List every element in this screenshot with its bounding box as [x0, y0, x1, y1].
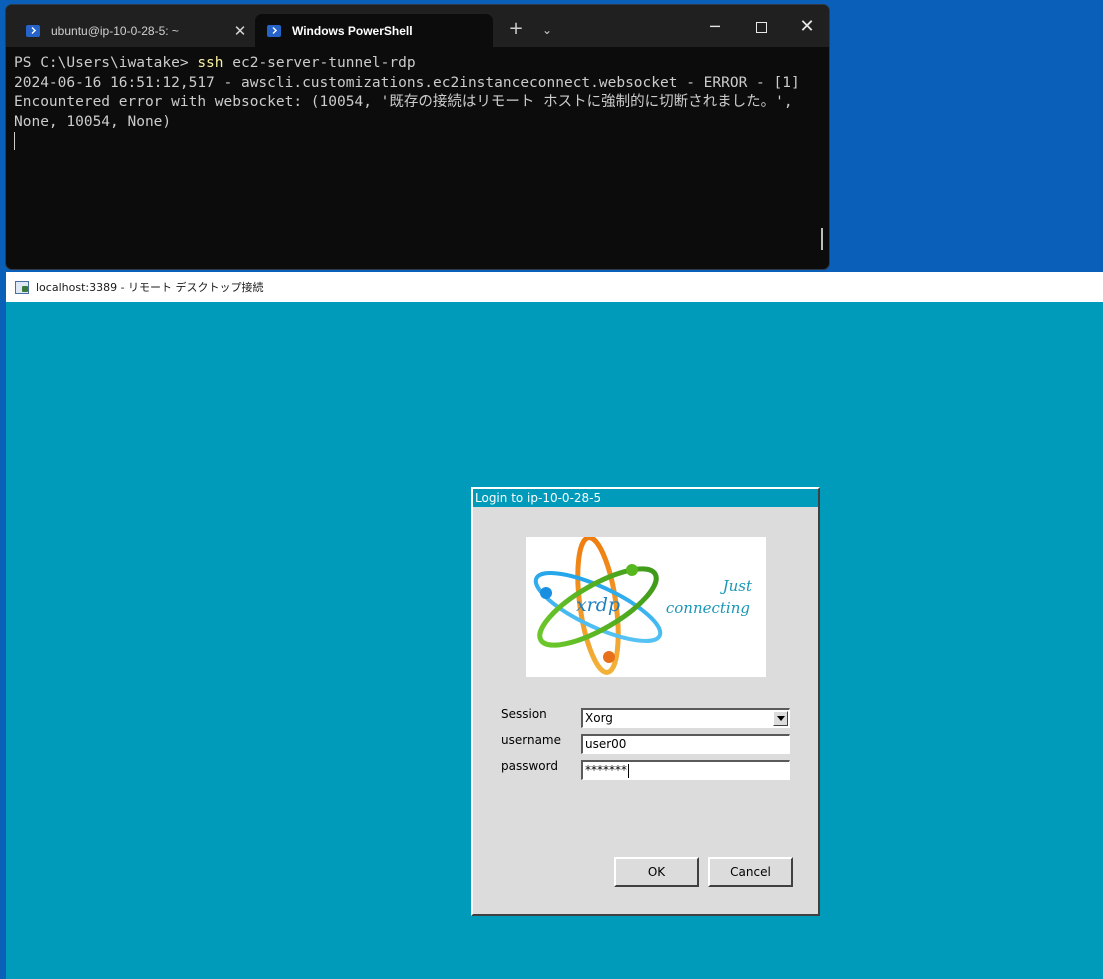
shell-prompt: PS C:\Users\iwatake> [14, 55, 198, 71]
username-label: username [501, 733, 561, 747]
remote-desktop-window: localhost:3389 - リモート デスクトップ接続 Login to … [6, 272, 1103, 979]
terminal-window: ubuntu@ip-10-0-28-5: ~ ✕ Windows PowerSh… [5, 4, 830, 270]
xrdp-logo-graphic: xrdp Just connecting [533, 535, 753, 675]
password-value: ******* [585, 763, 627, 777]
rdp-window-title: localhost:3389 - リモート デスクトップ接続 [36, 281, 264, 294]
cancel-button[interactable]: Cancel [708, 857, 793, 887]
maximize-icon [755, 22, 767, 33]
scrollbar[interactable] [821, 228, 823, 250]
session-value: Xorg [585, 711, 613, 725]
new-tab-button[interactable]: + [505, 19, 527, 41]
username-field[interactable]: user00 [581, 734, 790, 754]
terminal-icon [26, 24, 40, 37]
minimize-button[interactable]: ─ [692, 13, 738, 41]
password-field[interactable]: ******* [581, 760, 790, 780]
logo-brand: xrdp [576, 594, 620, 616]
error-output: 2024-06-16 16:51:12,517 - awscli.customi… [14, 74, 809, 130]
text-cursor [14, 132, 15, 150]
xrdp-logo: xrdp Just connecting [526, 535, 766, 677]
tab-ubuntu[interactable]: ubuntu@ip-10-0-28-5: ~ ✕ [14, 14, 252, 47]
rdp-title-bar: localhost:3389 - リモート デスクトップ接続 [6, 272, 1103, 302]
xrdp-login-dialog: Login to ip-10-0-28-5 xrdp Just connecti… [471, 487, 820, 916]
maximize-button[interactable] [738, 13, 784, 41]
text-cursor [628, 763, 629, 778]
session-select[interactable]: Xorg [581, 708, 790, 728]
terminal-output[interactable]: PS C:\Users\iwatake> ssh ec2-server-tunn… [14, 54, 809, 132]
session-label: Session [501, 707, 547, 721]
dialog-title: Login to ip-10-0-28-5 [473, 489, 818, 507]
remote-desktop-icon [15, 280, 29, 294]
chevron-down-icon[interactable]: ⌄ [536, 19, 558, 41]
shell-command-args: ec2-server-tunnel-rdp [223, 55, 416, 71]
logo-tagline-1: Just [720, 577, 753, 595]
tab-label: ubuntu@ip-10-0-28-5: ~ [51, 23, 179, 38]
password-label: password [501, 759, 558, 773]
tab-label: Windows PowerShell [292, 23, 413, 38]
close-window-button[interactable]: ✕ [784, 13, 829, 41]
shell-command: ssh [197, 55, 224, 71]
close-tab-icon[interactable]: ✕ [228, 22, 252, 40]
tab-powershell[interactable]: Windows PowerShell [255, 14, 493, 47]
ok-button[interactable]: OK [614, 857, 699, 887]
username-value: user00 [585, 737, 627, 751]
chevron-down-icon[interactable] [773, 711, 788, 726]
logo-tagline-2: connecting [666, 599, 750, 617]
terminal-tab-bar: ubuntu@ip-10-0-28-5: ~ ✕ Windows PowerSh… [6, 5, 829, 47]
powershell-icon [267, 24, 281, 37]
